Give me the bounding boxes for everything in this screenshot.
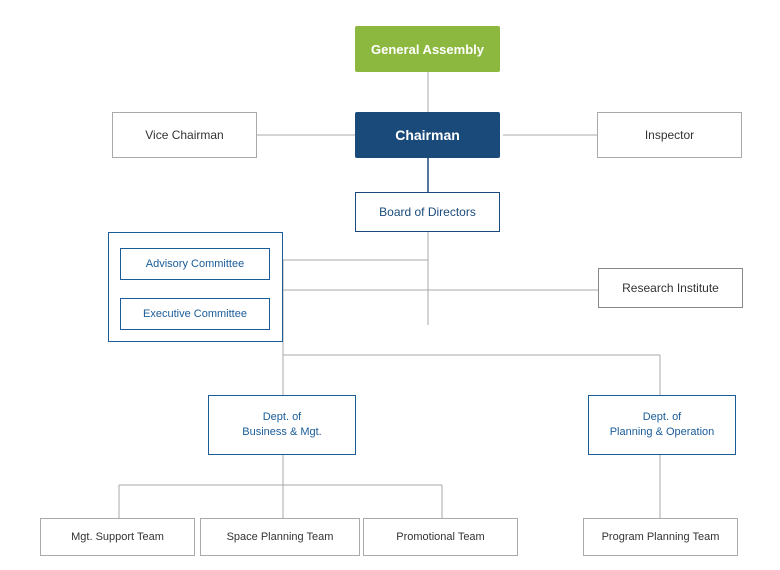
executive-committee-node: Executive Committee — [120, 298, 270, 330]
dept-planning-node: Dept. of Planning & Operation — [588, 395, 736, 455]
research-institute-node: Research Institute — [598, 268, 743, 308]
promotional-team-node: Promotional Team — [363, 518, 518, 556]
inspector-node: Inspector — [597, 112, 742, 158]
mgt-support-team-node: Mgt. Support Team — [40, 518, 195, 556]
program-planning-team-node: Program Planning Team — [583, 518, 738, 556]
advisory-committee-node: Advisory Committee — [120, 248, 270, 280]
space-planning-team-node: Space Planning Team — [200, 518, 360, 556]
chairman-node: Chairman — [355, 112, 500, 158]
general-assembly-node: General Assembly — [355, 26, 500, 72]
org-chart: General Assembly Chairman Vice Chairman … — [0, 0, 780, 570]
dept-business-node: Dept. of Business & Mgt. — [208, 395, 356, 455]
vice-chairman-node: Vice Chairman — [112, 112, 257, 158]
board-of-directors-node: Board of Directors — [355, 192, 500, 232]
